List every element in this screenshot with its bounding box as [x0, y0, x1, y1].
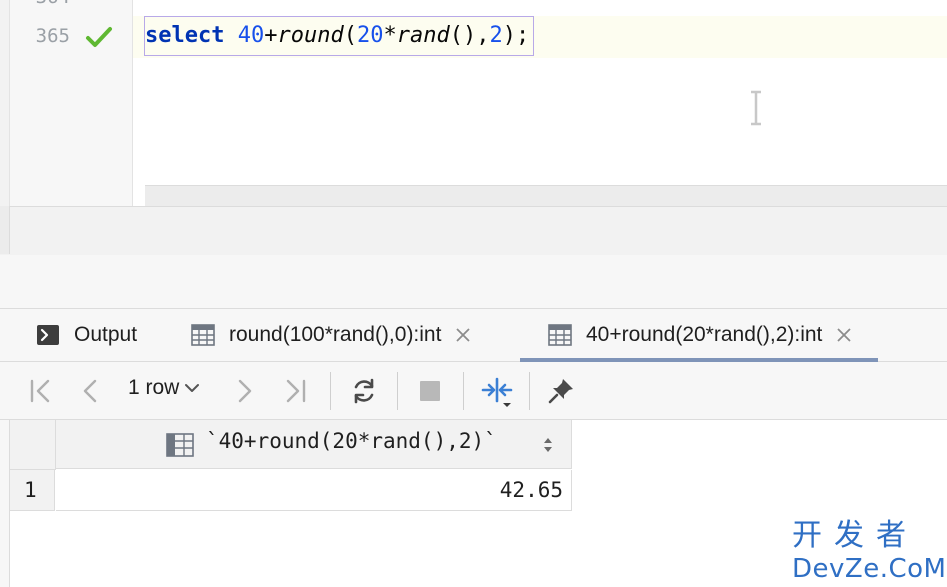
compare-icon[interactable] [481, 375, 515, 409]
column-header[interactable]: `40+round(20*rand(),2)` [56, 420, 572, 469]
code-semicolon: ; [515, 23, 530, 48]
stop-icon[interactable] [416, 377, 444, 405]
tab-result-1[interactable]: round(100*rand(),0):int [191, 309, 471, 361]
editor-status-strip [0, 206, 947, 256]
column-icon [166, 433, 194, 457]
code-paren: () [449, 23, 477, 48]
line-number-prev: 364 [20, 0, 70, 8]
refresh-icon[interactable] [350, 377, 378, 405]
tab-output[interactable]: Output [36, 309, 137, 361]
table-icon [548, 324, 572, 346]
code-function: round [277, 23, 344, 48]
panel-divider[interactable] [0, 255, 947, 308]
line-number-current: 365 [35, 25, 70, 47]
editor-gutter: 364 365 [10, 0, 133, 206]
sort-icon[interactable] [542, 436, 554, 454]
tab-result-2[interactable]: 40+round(20*rand(),2):int [519, 309, 879, 362]
column-name: `40+round(20*rand(),2)` [206, 429, 497, 453]
close-icon[interactable] [455, 327, 471, 343]
code-number: 2 [489, 23, 503, 48]
prev-page-icon[interactable] [76, 377, 104, 405]
code-number: 40 [237, 23, 265, 48]
watermark: 开发者 DevZe.CoM [792, 518, 947, 584]
table-cell[interactable]: 42.65 [56, 470, 572, 511]
check-icon [86, 27, 112, 47]
watermark-en: DevZe.CoM [792, 554, 947, 584]
results-toolbar: 1 row [0, 362, 947, 420]
tab-label: Output [74, 323, 138, 346]
tab-label: round(100*rand(),0):int [229, 323, 442, 346]
tab-label: 40+round(20*rand(),2):int [586, 323, 823, 346]
toolbar-separator [463, 372, 464, 410]
editor-left-edge [0, 0, 10, 206]
pin-icon[interactable] [547, 377, 575, 405]
sql-editor[interactable]: 364 365 select 40+round(20*rand(),2); [0, 0, 947, 206]
code-operator: * [383, 23, 397, 48]
code-function: rand [396, 23, 450, 48]
row-number[interactable]: 1 [10, 470, 55, 511]
ide-window: 364 365 select 40+round(20*rand(),2); Ou… [0, 0, 947, 587]
code-paren: ) [502, 23, 516, 48]
status-strip-edge [0, 206, 10, 254]
code-line[interactable]: select 40+round(20*rand(),2); [145, 21, 529, 51]
text-cursor-icon [751, 90, 761, 126]
horizontal-scrollbar[interactable] [145, 185, 947, 206]
results-tab-bar: Output round(100*rand(),0):int 40+round(… [0, 308, 947, 362]
console-icon [37, 325, 59, 345]
toolbar-separator [397, 372, 398, 410]
row-count-dropdown[interactable]: 1 row [128, 376, 200, 400]
code-number: 20 [356, 23, 384, 48]
first-page-icon[interactable] [26, 377, 54, 405]
grid-left-edge [0, 420, 10, 587]
code-comma: , [476, 23, 490, 48]
code-keyword: select [145, 23, 225, 48]
watermark-cn: 开发者 [792, 518, 918, 553]
last-page-icon[interactable] [282, 377, 310, 405]
table-icon [191, 324, 215, 346]
chevron-down-icon [185, 384, 200, 392]
toolbar-separator [330, 372, 331, 410]
row-count-label: 1 row [128, 376, 180, 399]
close-icon[interactable] [836, 327, 852, 343]
grid-corner[interactable] [10, 420, 56, 470]
toolbar-separator [529, 372, 530, 410]
code-paren: ( [343, 23, 357, 48]
next-page-icon[interactable] [231, 377, 259, 405]
code-operator: + [264, 23, 278, 48]
